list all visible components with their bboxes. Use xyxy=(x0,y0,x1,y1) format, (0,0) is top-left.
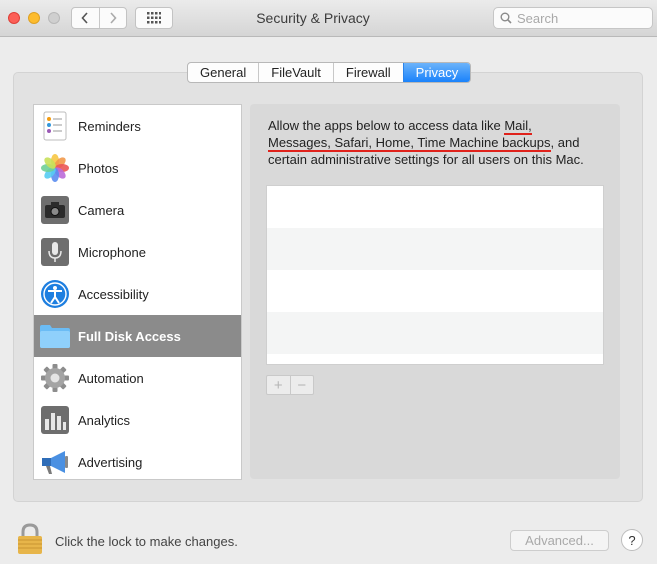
underlined-mail: Mail, xyxy=(504,118,532,135)
list-row xyxy=(267,312,603,354)
sidebar-item-label: Reminders xyxy=(78,118,141,134)
advanced-button[interactable]: Advanced... xyxy=(510,530,609,551)
search-field[interactable] xyxy=(493,7,653,29)
lock-message: Click the lock to make changes. xyxy=(55,534,238,549)
folder-icon xyxy=(38,319,72,353)
list-row xyxy=(267,270,603,312)
sidebar-item-label: Microphone xyxy=(78,244,146,260)
close-window-button[interactable] xyxy=(8,12,20,24)
tab-privacy[interactable]: Privacy xyxy=(402,63,471,82)
list-row xyxy=(267,228,603,270)
sidebar-item-photos[interactable]: Photos xyxy=(34,147,241,189)
description-intro: Allow the apps below to access data like xyxy=(268,118,505,133)
tab-filevault[interactable]: FileVault xyxy=(258,63,333,82)
sidebar-item-analytics[interactable]: Analytics xyxy=(34,399,241,441)
sidebar-item-label: Full Disk Access xyxy=(78,328,181,344)
microphone-icon xyxy=(38,235,72,269)
tab-bar: General FileVault Firewall Privacy xyxy=(187,62,472,83)
back-button[interactable] xyxy=(72,8,99,28)
app-list[interactable] xyxy=(266,185,604,365)
privacy-category-list: Reminders Photos Camera Microphone Acces… xyxy=(33,104,242,480)
sidebar-item-label: Automation xyxy=(78,370,144,386)
tab-firewall[interactable]: Firewall xyxy=(332,63,403,82)
sidebar-item-label: Accessibility xyxy=(78,286,149,302)
camera-icon xyxy=(38,193,72,227)
add-remove-control: + − xyxy=(266,375,314,395)
sidebar-item-accessibility[interactable]: Accessibility xyxy=(34,273,241,315)
sidebar-item-reminders[interactable]: Reminders xyxy=(34,105,241,147)
lock-icon[interactable] xyxy=(16,523,44,555)
remove-app-button[interactable]: − xyxy=(289,376,314,394)
zoom-window-button[interactable] xyxy=(48,12,60,24)
tab-general[interactable]: General xyxy=(188,63,258,82)
list-row xyxy=(267,186,603,228)
help-button[interactable]: ? xyxy=(621,529,643,551)
add-app-button[interactable]: + xyxy=(267,376,290,394)
chevron-right-icon xyxy=(110,12,117,24)
sidebar-item-full-disk-access[interactable]: Full Disk Access xyxy=(34,315,241,357)
analytics-icon xyxy=(38,403,72,437)
sidebar-item-label: Photos xyxy=(78,160,119,176)
grid-icon xyxy=(147,12,161,24)
accessibility-icon xyxy=(38,277,72,311)
title-bar: Security & Privacy xyxy=(0,0,657,37)
reminders-icon xyxy=(38,109,72,143)
sidebar-item-automation[interactable]: Automation xyxy=(34,357,241,399)
underlined-apps: Messages, Safari, Home, Time Machine bac… xyxy=(268,135,551,152)
window-title: Security & Privacy xyxy=(256,10,370,26)
sidebar-item-label: Analytics xyxy=(78,412,131,428)
sidebar-item-microphone[interactable]: Microphone xyxy=(34,231,241,273)
search-icon xyxy=(500,12,512,24)
description-text: Allow the apps below to access data like… xyxy=(268,117,618,168)
chevron-left-icon xyxy=(81,12,88,24)
sidebar-item-label: Camera xyxy=(78,202,125,218)
sidebar-item-camera[interactable]: Camera xyxy=(34,189,241,231)
gear-icon xyxy=(38,361,72,395)
sidebar-item-advertising[interactable]: Advertising xyxy=(34,441,241,483)
megaphone-icon xyxy=(38,445,72,479)
show-all-button[interactable] xyxy=(135,7,173,29)
forward-button[interactable] xyxy=(98,8,127,28)
photos-icon xyxy=(38,151,72,185)
search-input[interactable] xyxy=(517,10,645,26)
nav-buttons xyxy=(71,7,127,29)
sidebar-item-label: Advertising xyxy=(78,454,143,470)
minimize-window-button[interactable] xyxy=(28,12,40,24)
